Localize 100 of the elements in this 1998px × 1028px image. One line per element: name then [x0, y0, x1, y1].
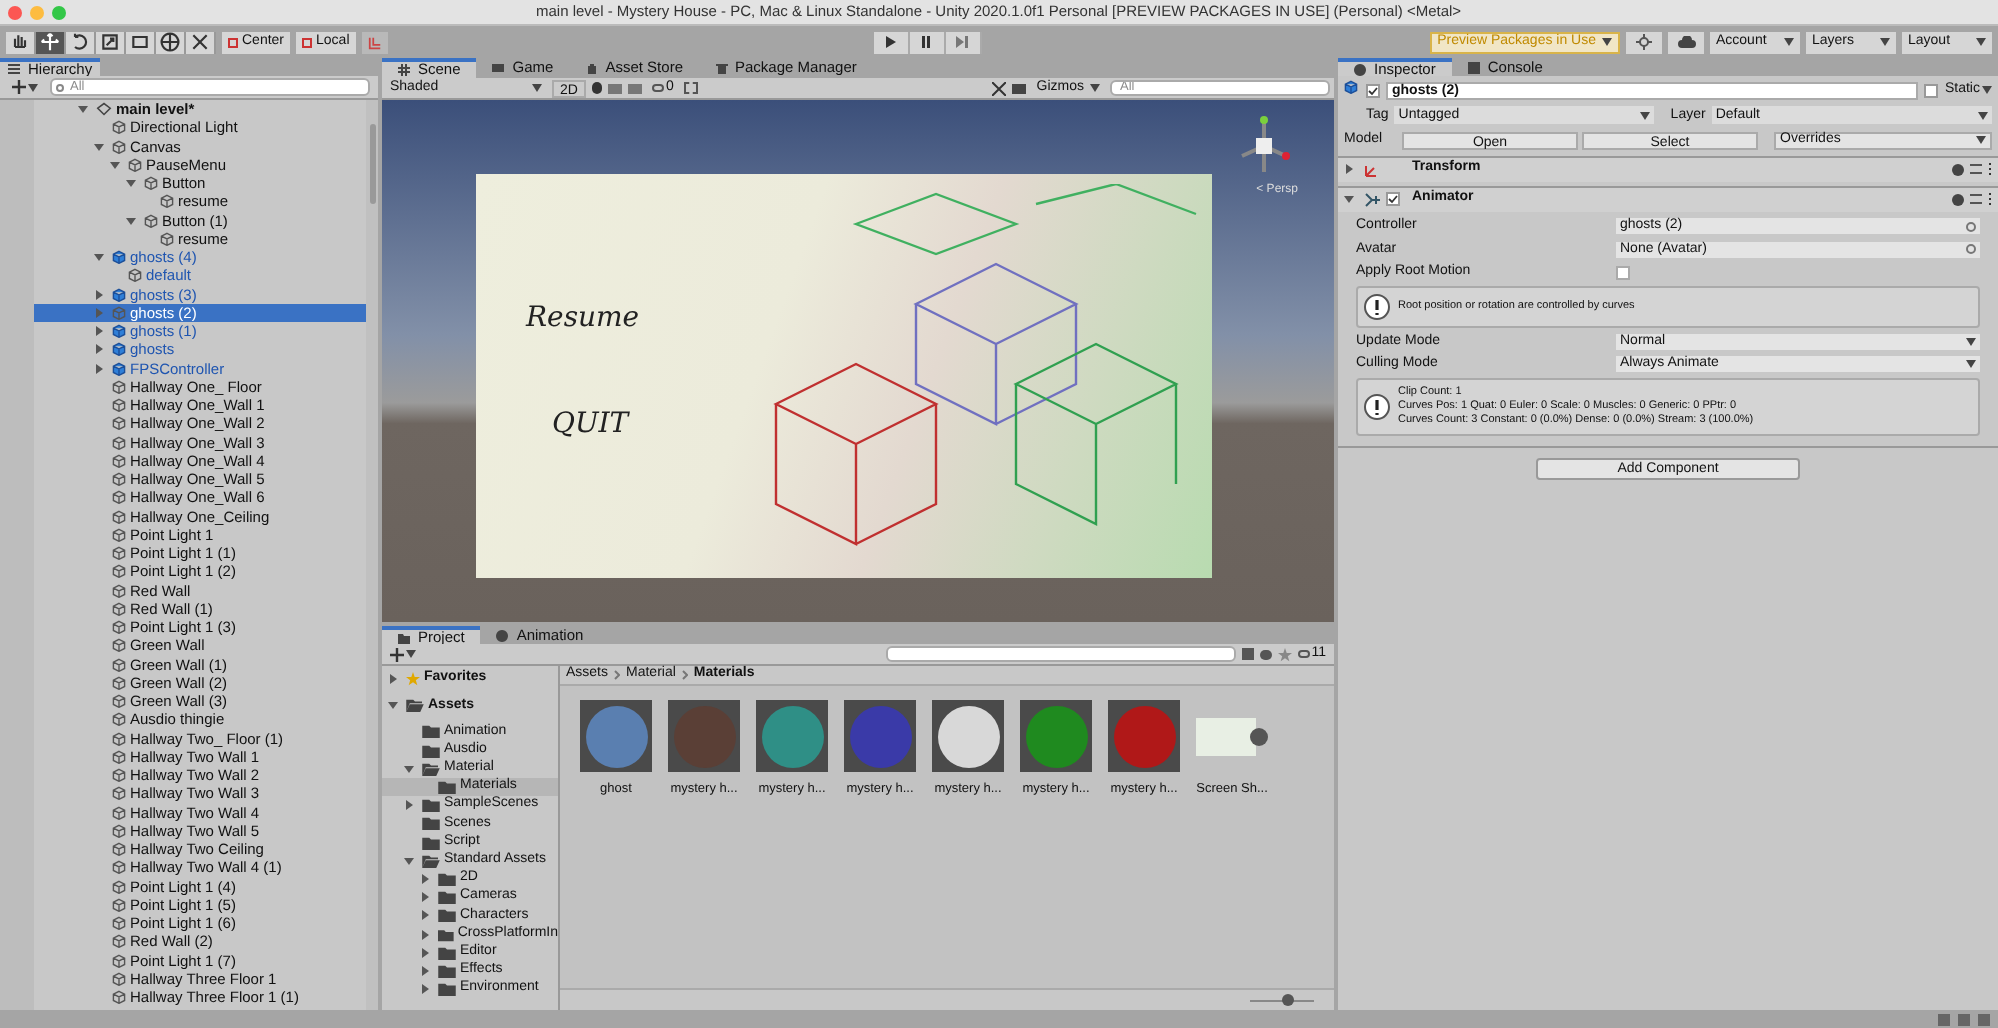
- preset-icon[interactable]: [1970, 164, 1982, 174]
- open-folder-icon: [422, 853, 440, 868]
- pause-icon: [920, 36, 933, 48]
- caret-icon[interactable]: [420, 947, 430, 958]
- cube-icon: [112, 675, 126, 690]
- caret-icon[interactable]: [126, 215, 136, 226]
- scene-tab-icon: [398, 64, 410, 76]
- enabled-checkbox[interactable]: [1386, 192, 1400, 206]
- tool-button[interactable]: [6, 31, 36, 53]
- caret-icon[interactable]: [1344, 194, 1354, 204]
- caret-icon[interactable]: [388, 674, 398, 685]
- rotate-tool-icon: [70, 32, 90, 52]
- prefab-cube-icon: [112, 250, 126, 265]
- cloud-icon: [1677, 36, 1695, 48]
- caret-icon[interactable]: [420, 984, 430, 995]
- cube-icon: [112, 435, 126, 450]
- caret-icon[interactable]: [94, 344, 104, 355]
- caret-icon[interactable]: [420, 892, 430, 903]
- tool-button[interactable]: [126, 31, 156, 53]
- animation-tab-icon: [496, 629, 509, 641]
- tool-button[interactable]: [156, 31, 186, 53]
- chevron-icon: [681, 670, 688, 680]
- cube-icon: [112, 416, 126, 431]
- move-tool-icon: [40, 32, 60, 52]
- list-icon: [8, 64, 20, 74]
- cube-icon: [112, 805, 126, 820]
- object-picker-icon[interactable]: [1966, 221, 1976, 232]
- grid-snap-icon: [367, 35, 382, 49]
- game-tab-icon: [492, 62, 505, 74]
- canvas-button-label: QUIT: [552, 406, 629, 444]
- cube-icon: [112, 934, 126, 949]
- play-button[interactable]: [873, 31, 910, 53]
- open-folder-icon: [422, 761, 440, 776]
- caret-icon[interactable]: [420, 910, 430, 921]
- pause-button[interactable]: [909, 31, 946, 53]
- dropdown-caret-icon: [28, 83, 38, 91]
- cube-icon: [112, 731, 126, 746]
- scene-icon: [96, 102, 112, 117]
- play-icon[interactable]: [1250, 727, 1268, 745]
- cube-icon: [112, 620, 126, 635]
- scrollbar[interactable]: [366, 100, 378, 1010]
- caret-icon[interactable]: [94, 141, 104, 152]
- dropdown-caret-icon: [532, 84, 542, 92]
- cube-icon: [112, 768, 126, 783]
- caret-icon[interactable]: [126, 178, 136, 189]
- caret-icon[interactable]: [110, 159, 120, 170]
- warning-icon: [1364, 294, 1390, 320]
- caret-icon[interactable]: [404, 855, 414, 866]
- animator-icon: [1364, 191, 1380, 207]
- search-field[interactable]: [885, 646, 1236, 662]
- cube-icon: [112, 490, 126, 505]
- scene-gizmo-icon[interactable]: [1238, 116, 1290, 176]
- close-window-icon[interactable]: [8, 5, 22, 19]
- help-icon[interactable]: [1952, 193, 1964, 205]
- prefab-cube-icon: [112, 324, 126, 339]
- caret-icon[interactable]: [78, 104, 88, 115]
- active-checkbox[interactable]: [1366, 83, 1380, 98]
- cube-icon: [128, 268, 142, 283]
- custom-tool-icon: [190, 32, 210, 52]
- caret-icon[interactable]: [404, 800, 414, 811]
- slider-thumb[interactable]: [1282, 994, 1295, 1006]
- caret-icon[interactable]: [1344, 164, 1354, 174]
- static-checkbox[interactable]: [1924, 83, 1939, 98]
- tool-button[interactable]: [36, 31, 66, 53]
- caret-icon[interactable]: [420, 873, 430, 884]
- star-icon: [1277, 647, 1292, 661]
- caret-icon[interactable]: [94, 289, 104, 300]
- caret-icon[interactable]: [94, 252, 104, 263]
- dropdown-caret-icon: [1602, 38, 1612, 46]
- tools-icon[interactable]: [992, 81, 1007, 95]
- grid-icon[interactable]: [683, 82, 698, 94]
- cube-icon: [112, 398, 126, 413]
- caret-icon[interactable]: [420, 929, 430, 940]
- object-picker-icon[interactable]: [1966, 244, 1976, 255]
- icon-size-slider[interactable]: [1250, 994, 1314, 1006]
- cube-icon: [112, 583, 126, 598]
- create-button[interactable]: [8, 80, 42, 94]
- root-motion-checkbox[interactable]: [1616, 265, 1630, 280]
- cube-icon: [112, 860, 126, 875]
- dropdown-caret-icon: [1978, 111, 1988, 120]
- cloud-button[interactable]: [1668, 31, 1704, 53]
- caret-icon[interactable]: [420, 965, 430, 976]
- cube-icon: [112, 749, 126, 764]
- caret-icon[interactable]: [94, 326, 104, 337]
- preset-icon[interactable]: [1970, 194, 1982, 204]
- tool-button[interactable]: [66, 31, 96, 53]
- tool-button[interactable]: [96, 31, 126, 53]
- dropdown-caret-icon: [406, 650, 416, 658]
- collab-button[interactable]: [1626, 31, 1662, 53]
- caret-icon[interactable]: [94, 363, 104, 374]
- dropdown-caret-icon: [1982, 86, 1992, 95]
- help-icon[interactable]: [1952, 163, 1964, 175]
- tool-button[interactable]: [186, 31, 216, 53]
- prefab-cube-icon: [112, 287, 126, 302]
- snap-button[interactable]: [361, 31, 388, 53]
- caret-icon[interactable]: [404, 763, 414, 774]
- caret-icon[interactable]: [388, 700, 398, 711]
- cube-icon: [112, 823, 126, 838]
- checkmark-icon: [1368, 85, 1378, 96]
- create-button[interactable]: [390, 647, 416, 661]
